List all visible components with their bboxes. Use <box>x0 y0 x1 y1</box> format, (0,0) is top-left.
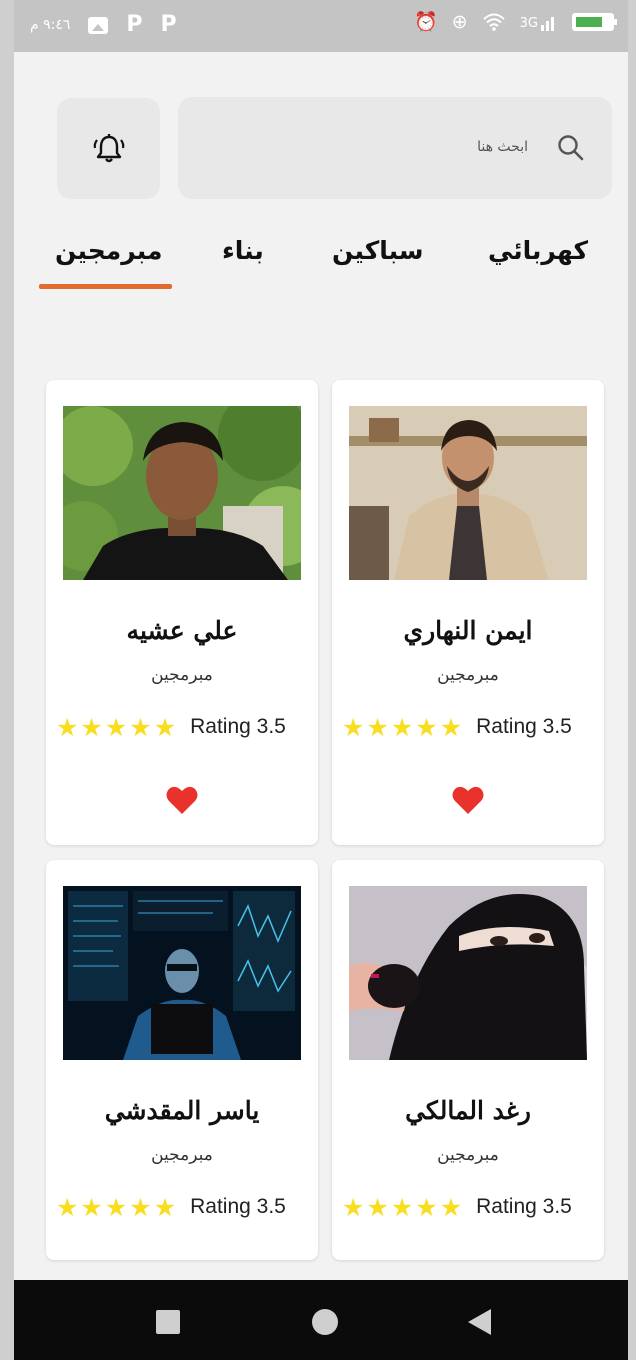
status-time: ٩:٤٦ م <box>30 17 71 33</box>
star-icon: ★ <box>80 712 103 742</box>
tab-plumbers[interactable]: سباكين <box>332 236 423 265</box>
system-nav-bar <box>14 1280 628 1360</box>
worker-card[interactable]: ايمن النهاري مبرمجين ★ ★ ★ ★ ★ Rating 3.… <box>332 380 604 845</box>
signal-icon: 3G <box>520 13 558 31</box>
worker-name: ياسر المقدشي <box>104 1096 260 1125</box>
worker-photo <box>63 406 301 580</box>
rating-row: ★ ★ ★ ★ ★ Rating 3.5 <box>56 1191 312 1223</box>
star-icon: ★ <box>366 1192 389 1222</box>
app-screen: ٩:٤٦ م P P ⏰ ⊕ 3G ابحث هنا كهربائي سباكي… <box>14 0 628 1360</box>
star-icon: ★ <box>56 1192 79 1222</box>
home-icon[interactable] <box>312 1309 338 1335</box>
star-icon: ★ <box>366 712 389 742</box>
worker-role: مبرمجين <box>437 1145 499 1165</box>
tab-electrician[interactable]: كهربائي <box>488 236 588 265</box>
star-rating: ★ ★ ★ ★ ★ <box>56 1195 176 1220</box>
star-icon: ★ <box>80 1192 103 1222</box>
heart-icon[interactable] <box>452 785 484 815</box>
rating-text: Rating 3.5 <box>476 1195 572 1218</box>
tab-programmers[interactable]: مبرمجين <box>55 236 162 265</box>
star-icon: ★ <box>415 712 438 742</box>
star-icon: ★ <box>390 1192 414 1222</box>
search-icon <box>558 135 584 161</box>
star-icon: ★ <box>153 1192 177 1222</box>
star-icon: ★ <box>56 712 79 742</box>
network-type-label: 3G <box>519 16 538 31</box>
worker-photo <box>349 406 587 580</box>
status-right: ⏰ ⊕ 3G <box>414 10 617 33</box>
star-icon: ★ <box>439 712 463 742</box>
status-left: ٩:٤٦ م P P <box>30 14 177 36</box>
rating-text: Rating 3.5 <box>190 1195 286 1218</box>
active-tab-indicator <box>39 284 172 289</box>
worker-name: علي عشيه <box>126 616 238 645</box>
bell-ring-icon <box>93 133 124 162</box>
status-bar: ٩:٤٦ م P P ⏰ ⊕ 3G <box>14 0 628 52</box>
star-icon: ★ <box>439 1192 463 1222</box>
rating-row: ★ ★ ★ ★ ★ Rating 3.5 <box>56 711 312 743</box>
battery-level <box>576 17 602 27</box>
recent-apps-icon[interactable] <box>156 1310 180 1334</box>
worker-role: مبرمجين <box>151 665 213 685</box>
star-icon: ★ <box>390 712 414 742</box>
notifications-button[interactable] <box>57 98 160 199</box>
rating-row: ★ ★ ★ ★ ★ Rating 3.5 <box>342 711 598 743</box>
star-icon: ★ <box>342 712 365 742</box>
category-tabs: كهربائي سباكين بناء مبرمجين <box>14 236 628 296</box>
back-icon[interactable] <box>468 1309 491 1335</box>
worker-card[interactable]: علي عشيه مبرمجين ★ ★ ★ ★ ★ Rating 3.5 <box>46 380 318 845</box>
worker-name: رغد المالكي <box>405 1096 531 1125</box>
star-rating: ★ ★ ★ ★ ★ <box>342 715 462 740</box>
rating-text: Rating 3.5 <box>190 715 286 738</box>
p-app-icon: P <box>160 12 177 37</box>
worker-name: ايمن النهاري <box>403 616 533 645</box>
alarm-icon: ⏰ <box>414 10 438 33</box>
worker-card[interactable]: رغد المالكي مبرمجين ★ ★ ★ ★ ★ Rating 3.5 <box>332 860 604 1260</box>
p-app-icon: P <box>126 12 143 37</box>
data-saver-icon: ⊕ <box>451 10 468 33</box>
worker-card[interactable]: ياسر المقدشي مبرمجين ★ ★ ★ ★ ★ Rating 3.… <box>46 860 318 1260</box>
worker-role: مبرمجين <box>151 1145 213 1165</box>
star-icon: ★ <box>129 1192 152 1222</box>
star-rating: ★ ★ ★ ★ ★ <box>56 715 176 740</box>
battery-icon <box>572 13 617 31</box>
star-icon: ★ <box>129 712 152 742</box>
star-icon: ★ <box>104 712 128 742</box>
worker-photo <box>349 886 587 1060</box>
rating-text: Rating 3.5 <box>476 715 572 738</box>
heart-icon[interactable] <box>166 785 198 815</box>
tab-construction[interactable]: بناء <box>222 236 264 265</box>
star-rating: ★ ★ ★ ★ ★ <box>342 1195 462 1220</box>
rating-row: ★ ★ ★ ★ ★ Rating 3.5 <box>342 1191 598 1223</box>
star-icon: ★ <box>153 712 177 742</box>
search-placeholder: ابحث هنا <box>477 139 528 155</box>
star-icon: ★ <box>104 1192 128 1222</box>
star-icon: ★ <box>342 1192 365 1222</box>
search-input[interactable]: ابحث هنا <box>178 97 612 199</box>
worker-photo <box>63 886 301 1060</box>
gallery-icon <box>88 16 109 34</box>
worker-role: مبرمجين <box>437 665 499 685</box>
signal-bars-icon <box>541 17 554 31</box>
star-icon: ★ <box>415 1192 438 1222</box>
wifi-icon <box>482 13 505 31</box>
